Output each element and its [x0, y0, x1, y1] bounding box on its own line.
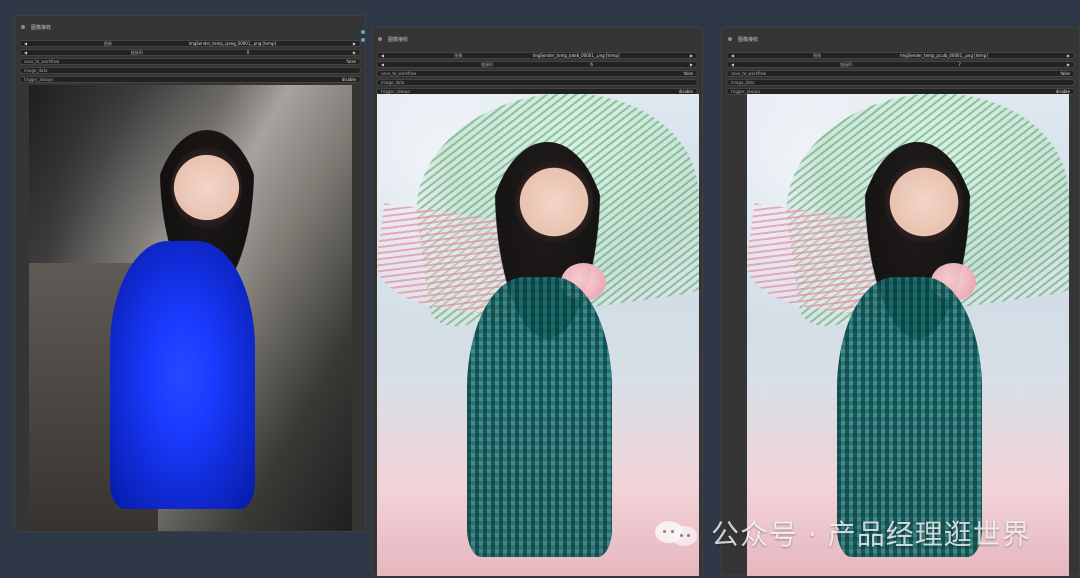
node-title: 图像接收: [738, 36, 759, 43]
widget-label: 链接ID: [840, 61, 853, 67]
next-arrow-icon[interactable]: ▶: [353, 50, 356, 55]
next-arrow-icon[interactable]: ▶: [690, 62, 693, 67]
widget-value: false: [683, 71, 693, 76]
widget-label: 图像: [454, 52, 463, 58]
prev-arrow-icon[interactable]: ◀: [24, 41, 27, 46]
link-id-widget[interactable]: ◀ 链接ID 7 ▶: [726, 61, 1075, 68]
widget-label: trigger_always: [24, 77, 54, 82]
next-arrow-icon[interactable]: ▶: [1067, 62, 1070, 67]
wechat-icon: [655, 518, 701, 548]
widget-value: false: [346, 59, 356, 64]
next-arrow-icon[interactable]: ▶: [690, 53, 693, 58]
widget-value: ImgSender_temp_cjeeg_00001_.png [temp]: [188, 41, 277, 46]
node-header[interactable]: 图像接收: [15, 16, 365, 38]
image-filename-widget[interactable]: ◀ 图像 ImgSender_temp_cjeeg_00001_.png [te…: [19, 40, 361, 47]
workflow-canvas[interactable]: 图像接收 ◀ 图像 ImgSender_temp_cjeeg_00001_.pn…: [0, 0, 1080, 578]
face: [515, 161, 593, 244]
link-id-widget[interactable]: ◀ 链接ID 0 ▶: [19, 49, 361, 56]
widget-value: ImgSender_temp_pculb_00001_.png [temp]: [900, 53, 988, 58]
widget-value: 7: [958, 62, 961, 67]
prev-arrow-icon[interactable]: ◀: [381, 53, 384, 58]
save-to-workflow-widget[interactable]: save_to_workflow false: [19, 58, 361, 65]
image-receive-node-3[interactable]: 图像接收 ◀ 图像 ImgSender_temp_pculb_00001_.pn…: [721, 27, 1080, 576]
watermark: 公众号 · 产品经理逛世界: [655, 516, 1031, 551]
output-connector-dot[interactable]: [361, 30, 365, 34]
widget-label: image_data: [381, 80, 405, 85]
prev-arrow-icon[interactable]: ◀: [381, 62, 384, 67]
widget-label: 图像: [103, 40, 112, 46]
node-title: 图像接收: [31, 24, 52, 31]
node-header[interactable]: 图像接收: [722, 28, 1079, 50]
image-data-widget[interactable]: image_data: [726, 79, 1075, 86]
image-receive-node-2[interactable]: 图像接收 ◀ 图像 ImgSender_temp_bdeb_00001_.png…: [371, 27, 703, 576]
widget-label: save_to_workflow: [731, 71, 767, 76]
widget-value: ImgSender_temp_bdeb_00001_.png [temp]: [532, 53, 620, 58]
next-arrow-icon[interactable]: ▶: [353, 41, 356, 46]
widget-label: save_to_workflow: [24, 59, 60, 64]
preview-image: [29, 85, 352, 531]
widget-label: 链接ID: [130, 49, 144, 55]
widget-value: false: [1060, 71, 1070, 76]
widget-value: 0: [246, 50, 250, 55]
widget-label: 图像: [813, 52, 822, 58]
widget-value: 6: [590, 62, 593, 67]
image-filename-widget[interactable]: ◀ 图像 ImgSender_temp_pculb_00001_.png [te…: [726, 52, 1075, 59]
widget-label: 链接ID: [481, 61, 494, 67]
blue-dress-photo: [29, 85, 352, 531]
collapse-dot-icon[interactable]: [378, 37, 382, 41]
face: [885, 161, 963, 244]
image-data-widget[interactable]: image_data: [376, 79, 698, 86]
link-id-widget[interactable]: ◀ 链接ID 6 ▶: [376, 61, 698, 68]
collapse-dot-icon[interactable]: [728, 37, 732, 41]
watermark-text: 公众号 · 产品经理逛世界: [711, 518, 1031, 551]
prev-arrow-icon[interactable]: ◀: [24, 50, 27, 55]
teal-dress-photo: [747, 94, 1069, 576]
prev-arrow-icon[interactable]: ◀: [731, 62, 734, 67]
image-filename-widget[interactable]: ◀ 图像 ImgSender_temp_bdeb_00001_.png [tem…: [376, 52, 698, 59]
face: [171, 147, 243, 228]
image-data-widget[interactable]: image_data: [19, 67, 361, 74]
widget-label: image_data: [731, 80, 755, 85]
node-title: 图像接收: [388, 36, 409, 43]
prev-arrow-icon[interactable]: ◀: [731, 53, 734, 58]
save-to-workflow-widget[interactable]: save_to_workflow false: [376, 70, 698, 77]
teal-plaid-dress: [467, 277, 613, 557]
collapse-dot-icon[interactable]: [21, 25, 25, 29]
preview-image: [747, 94, 1069, 576]
output-connector-dot[interactable]: [361, 38, 365, 42]
teal-dress-photo: [377, 94, 699, 576]
trigger-always-widget[interactable]: trigger_always disable: [19, 76, 361, 83]
image-receive-node-1[interactable]: 图像接收 ◀ 图像 ImgSender_temp_cjeeg_00001_.pn…: [14, 15, 366, 532]
blue-dress: [109, 241, 256, 509]
preview-image: [377, 94, 699, 576]
widget-label: image_data: [24, 68, 48, 73]
node-header[interactable]: 图像接收: [372, 28, 702, 50]
widget-value: disable: [341, 77, 356, 82]
save-to-workflow-widget[interactable]: save_to_workflow false: [726, 70, 1075, 77]
next-arrow-icon[interactable]: ▶: [1067, 53, 1070, 58]
widget-label: save_to_workflow: [381, 71, 417, 76]
